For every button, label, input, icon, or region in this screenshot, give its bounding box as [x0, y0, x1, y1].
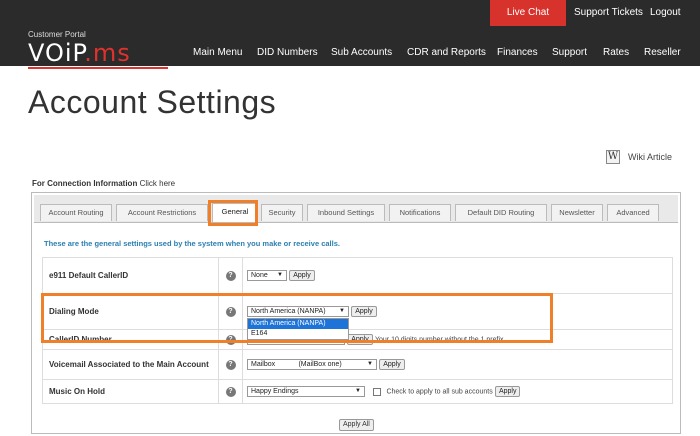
dialing-mode-option-nanpa[interactable]: North America (NANPA) [248, 319, 348, 329]
chevron-down-icon: ▼ [277, 272, 283, 278]
brand-logo-main: VOiP [28, 39, 85, 67]
chevron-down-icon: ▼ [339, 308, 345, 314]
table-row: e911 Default CallerID ? None ▼ Apply [42, 257, 673, 294]
wikipedia-icon: W [606, 150, 620, 164]
help-icon[interactable]: ? [225, 307, 236, 317]
dialing-mode-label: Dialing Mode [42, 293, 219, 330]
help-icon[interactable]: ? [225, 335, 236, 345]
dialing-mode-dropdown-list: North America (NANPA) E164 [247, 318, 349, 340]
apply-all-button[interactable]: Apply All [339, 419, 374, 431]
connection-info: For Connection Information Click here [32, 179, 175, 188]
help-icon[interactable]: ? [225, 387, 236, 397]
brand-logo[interactable]: VOiP.ms [28, 39, 168, 69]
e911-label: e911 Default CallerID [42, 257, 219, 294]
e911-apply-button[interactable]: Apply [289, 270, 315, 281]
page-title: Account Settings [28, 84, 277, 120]
voicemail-select-value: Mailbox [251, 361, 276, 368]
apply-all-sub-accounts-label: Check to apply to all sub accounts [386, 388, 493, 396]
brand-logo-tail: .ms [84, 39, 131, 67]
connection-info-label: For Connection Information [32, 179, 138, 188]
tab-notifications[interactable]: Notifications [389, 204, 451, 221]
nav-did-numbers[interactable]: DID Numbers [257, 47, 318, 58]
top-header: Customer Portal VOiP.ms Live Chat Suppor… [0, 0, 700, 69]
chevron-down-icon: ▼ [355, 388, 361, 394]
brand-underline [28, 67, 168, 69]
wiki-article-link[interactable]: W Wiki Article [606, 150, 672, 164]
tab-advanced[interactable]: Advanced [607, 204, 659, 221]
support-tickets-link[interactable]: Support Tickets [574, 0, 643, 26]
callerid-apply-button[interactable]: Apply [347, 334, 373, 345]
music-on-hold-select[interactable]: Happy Endings ▼ [247, 386, 365, 397]
apply-all-sub-accounts-checkbox[interactable] [373, 387, 382, 396]
dialing-mode-option-e164[interactable]: E164 [248, 329, 348, 339]
callerid-label: CallerID Number [42, 329, 219, 350]
tab-security[interactable]: Security [261, 204, 303, 221]
e911-select[interactable]: None ▼ [247, 270, 287, 281]
music-on-hold-apply-button[interactable]: Apply [494, 386, 521, 397]
help-icon[interactable]: ? [225, 360, 236, 370]
wiki-article-label: Wiki Article [628, 152, 673, 162]
nav-main-menu[interactable]: Main Menu [193, 47, 242, 58]
dialing-mode-select[interactable]: North America (NANPA) ▼ [247, 306, 349, 317]
voicemail-select[interactable]: Mailbox (MailBox one) ▼ [247, 359, 377, 370]
tab-newsletter[interactable]: Newsletter [551, 204, 603, 221]
tab-account-restrictions[interactable]: Account Restrictions [116, 204, 208, 221]
tab-default-did-routing[interactable]: Default DID Routing [455, 204, 547, 221]
table-row: CallerID Number ? Apply Your 10 digits n… [42, 329, 673, 350]
nav-finances[interactable]: Finances [497, 47, 538, 58]
brand-subtitle: Customer Portal [28, 30, 86, 39]
tab-inbound-settings[interactable]: Inbound Settings [307, 204, 385, 221]
connection-info-link[interactable]: Click here [140, 179, 176, 188]
general-settings-table: e911 Default CallerID ? None ▼ Apply Dial… [42, 257, 673, 404]
general-intro-text: These are the general settings used by t… [44, 239, 340, 248]
nav-cdr-reports[interactable]: CDR and Reports [407, 47, 486, 58]
nav-sub-accounts[interactable]: Sub Accounts [331, 47, 392, 58]
tab-strip: Account Routing Account Restrictions Gen… [34, 195, 678, 223]
callerid-hint: Your 10 digits number without the 1 pref… [374, 336, 504, 344]
nav-rates[interactable]: Rates [603, 47, 629, 58]
voicemail-label: Voicemail Associated to the Main Account [42, 349, 219, 380]
chevron-down-icon: ▼ [367, 361, 373, 367]
nav-reseller[interactable]: Reseller [644, 47, 681, 58]
help-icon[interactable]: ? [225, 271, 236, 281]
nav-support[interactable]: Support [552, 47, 587, 58]
e911-select-value: None [251, 272, 268, 279]
dialing-mode-apply-button[interactable]: Apply [351, 306, 377, 317]
live-chat-button[interactable]: Live Chat [490, 0, 566, 26]
tab-general[interactable]: General [212, 203, 258, 222]
music-on-hold-label: Music On Hold [42, 379, 219, 404]
dialing-mode-select-value: North America (NANPA) [251, 308, 326, 315]
music-on-hold-select-value: Happy Endings [251, 388, 299, 395]
voicemail-apply-button[interactable]: Apply [379, 359, 405, 370]
voicemail-select-value-2: (MailBox one) [298, 361, 342, 368]
logout-link[interactable]: Logout [650, 0, 681, 26]
tab-account-routing[interactable]: Account Routing [40, 204, 112, 221]
table-row: Dialing Mode ? North America (NANPA) ▼ Ap… [42, 293, 673, 330]
table-row: Voicemail Associated to the Main Account… [42, 349, 673, 380]
table-row: Music On Hold ? Happy Endings ▼ Check to … [42, 379, 673, 404]
